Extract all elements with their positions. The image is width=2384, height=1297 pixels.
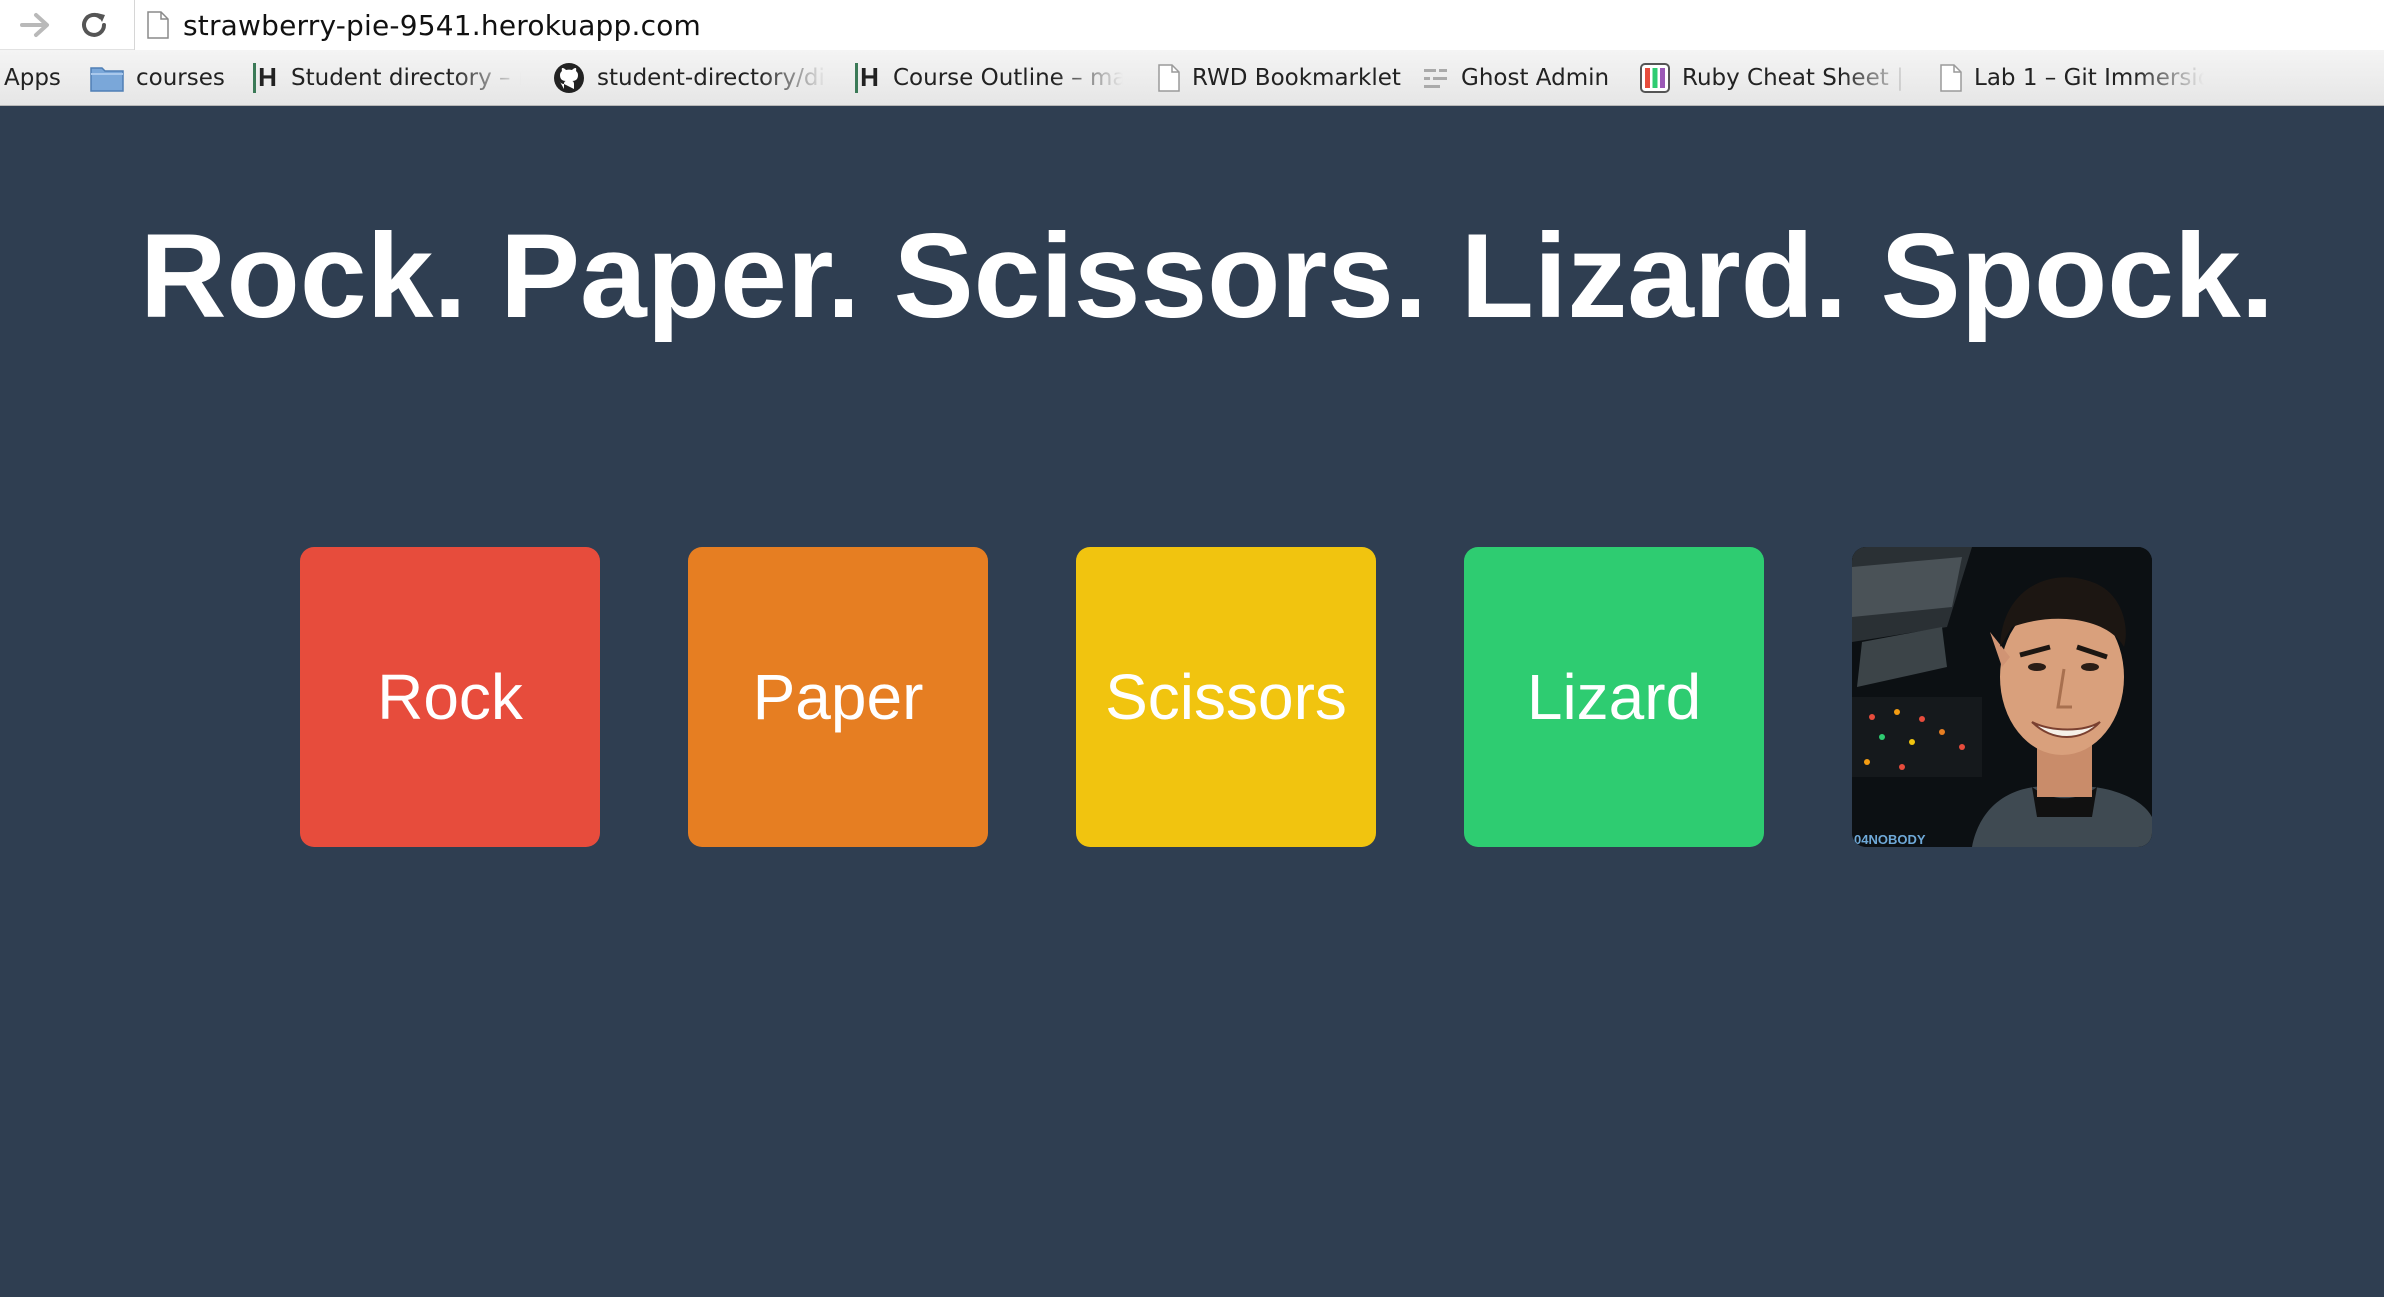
arrow-right-icon xyxy=(20,13,49,37)
bookmark-course-outline[interactable]: H Course Outline – ma xyxy=(855,50,1158,105)
reload-button[interactable] xyxy=(74,6,114,44)
browser-toolbar: strawberry-pie-9541.herokuapp.com xyxy=(0,0,2384,50)
paper-button-label: Paper xyxy=(752,661,924,733)
paper-button[interactable]: Paper xyxy=(688,547,988,847)
image-watermark: 04NOBODY xyxy=(1854,832,1926,847)
back-button[interactable] xyxy=(16,6,56,44)
h-logo-icon: H xyxy=(253,62,279,93)
ruby-icon xyxy=(1640,62,1670,93)
bookmark-student-directory[interactable]: H Student directory – m xyxy=(253,50,553,105)
bookmark-lab-1-git-immersion[interactable]: Lab 1 – Git Immersio xyxy=(1940,50,2230,105)
bookmark-ghost-admin[interactable]: Ghost Admin xyxy=(1423,50,1640,105)
bookmark-label: Lab 1 – Git Immersio xyxy=(1974,64,2204,91)
bookmark-apps[interactable]: Apps xyxy=(4,50,90,105)
ghost-icon xyxy=(1423,66,1449,90)
bookmark-label: RWD Bookmarklet xyxy=(1192,64,1401,91)
page-icon xyxy=(147,11,169,39)
bookmark-label: courses xyxy=(136,64,225,91)
bookmark-label: Ghost Admin xyxy=(1461,64,1610,91)
page-title: Rock. Paper. Scissors. Lizard. Spock. xyxy=(139,209,2275,343)
bookmark-ruby-cheat-sheet[interactable]: Ruby Cheat Sheet | C xyxy=(1640,50,1940,105)
bookmarks-bar: Apps courses H Student directory – m stu… xyxy=(0,50,2384,106)
page-icon xyxy=(1158,63,1180,92)
spock-button[interactable]: 04NOBODY xyxy=(1852,547,2152,847)
rock-button-label: Rock xyxy=(377,661,523,733)
folder-icon xyxy=(90,64,124,92)
bookmark-label: Course Outline – ma xyxy=(893,64,1123,91)
scissors-button-label: Scissors xyxy=(1105,661,1347,733)
bookmark-label: Ruby Cheat Sheet | C xyxy=(1682,64,1910,91)
bookmark-label: Student directory – m xyxy=(291,64,521,91)
reload-icon xyxy=(82,12,106,37)
page-icon xyxy=(1940,63,1962,92)
bookmark-courses[interactable]: courses xyxy=(90,50,253,105)
scissors-button[interactable]: Scissors xyxy=(1076,547,1376,847)
url-text: strawberry-pie-9541.herokuapp.com xyxy=(183,8,701,42)
bookmark-label: Apps xyxy=(4,64,61,91)
address-bar[interactable]: strawberry-pie-9541.herokuapp.com xyxy=(134,0,2384,50)
h-logo-icon: H xyxy=(855,62,881,93)
github-icon xyxy=(553,62,585,94)
bookmark-label: student-directory/di xyxy=(597,64,825,91)
lizard-button[interactable]: Lizard xyxy=(1464,547,1764,847)
spock-smiling-image: 04NOBODY xyxy=(1852,547,2152,847)
page-content: Rock. Paper. Scissors. Lizard. Spock. Ro… xyxy=(0,107,2384,1297)
bookmark-github-student-directory[interactable]: student-directory/di xyxy=(553,50,855,105)
rock-button[interactable]: Rock xyxy=(300,547,600,847)
bookmark-rwd-bookmarklet[interactable]: RWD Bookmarklet xyxy=(1158,50,1423,105)
lizard-button-label: Lizard xyxy=(1526,661,1702,733)
